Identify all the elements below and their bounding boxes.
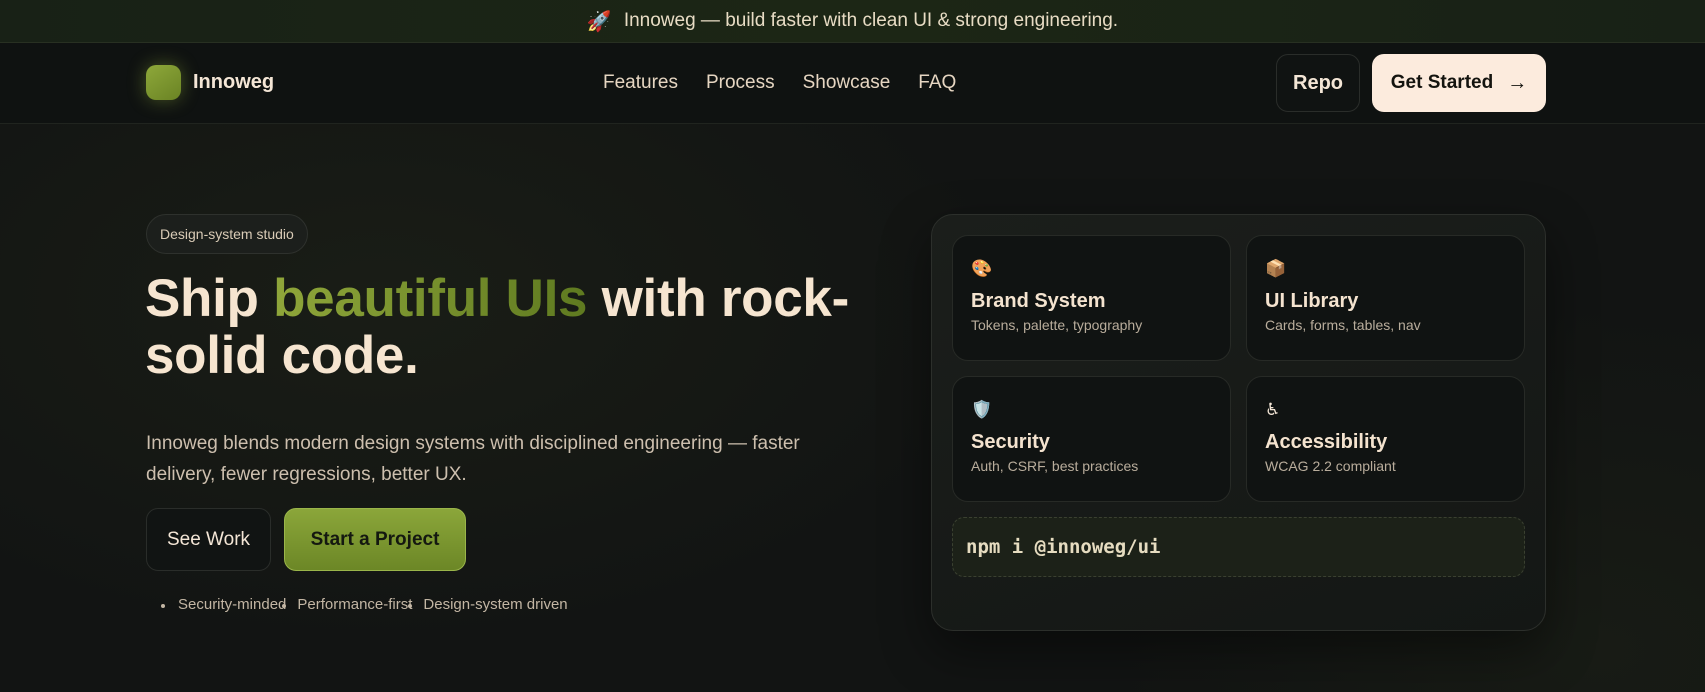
card-title: Security — [971, 431, 1050, 453]
package-icon: 📦 — [1265, 259, 1287, 278]
nav-link-features[interactable]: Features — [603, 72, 678, 94]
feature-card-accessibility: ♿ Accessibility WCAG 2.2 compliant — [1246, 376, 1525, 502]
top-navigation: Innoweg Features Process Showcase FAQ Re… — [0, 43, 1705, 124]
get-started-button[interactable]: Get Started → — [1372, 54, 1546, 112]
card-subtitle: Auth, CSRF, best practices — [971, 458, 1139, 474]
get-started-label: Get Started — [1390, 72, 1494, 93]
hero-title-start: Ship — [145, 269, 274, 328]
card-subtitle: Tokens, palette, typography — [971, 317, 1143, 333]
feature-card-security: 🛡️ Security Auth, CSRF, best practices — [952, 376, 1231, 502]
arrow-right-icon: → — [1507, 71, 1528, 94]
shield-icon: 🛡️ — [971, 400, 993, 419]
announcement-text: Innoweg — build faster with clean UI & s… — [623, 10, 1119, 31]
brand-logo-link[interactable]: Innoweg — [146, 65, 274, 100]
card-subtitle: Cards, forms, tables, nav — [1265, 317, 1421, 333]
tag-item: Design-system driven — [408, 596, 568, 613]
feature-panel: 🎨 Brand System Tokens, palette, typograp… — [931, 214, 1546, 631]
accessibility-icon: ♿ — [1265, 400, 1281, 419]
brand-name: Innoweg — [193, 71, 275, 93]
see-work-button[interactable]: See Work — [146, 508, 271, 571]
palette-icon: 🎨 — [971, 259, 993, 278]
brand-mark-icon — [146, 65, 181, 100]
nav-link-showcase[interactable]: Showcase — [803, 72, 891, 94]
card-title: Brand System — [971, 290, 1106, 312]
hero-title: Ship beautiful UIs with rock-solid code. — [145, 270, 905, 384]
hero-badge: Design-system studio — [146, 214, 308, 254]
announcement-bar: 🚀 Innoweg — build faster with clean UI &… — [0, 0, 1705, 43]
feature-card-ui-library: 📦 UI Library Cards, forms, tables, nav — [1246, 235, 1525, 361]
tag-item: Security-minded — [160, 596, 287, 613]
rocket-icon: 🚀 — [586, 10, 612, 33]
card-title: UI Library — [1265, 290, 1359, 312]
card-title: Accessibility — [1265, 431, 1388, 453]
tag-item: Performance-first — [282, 596, 413, 613]
hero-tags: Security-minded Performance-first Design… — [160, 596, 579, 613]
nav-link-faq[interactable]: FAQ — [918, 72, 956, 94]
hero-description: Innoweg blends modern design systems wit… — [146, 433, 800, 485]
repo-button[interactable]: Repo — [1276, 54, 1360, 112]
hero-title-accent: beautiful UIs — [273, 269, 588, 328]
feature-card-brand-system: 🎨 Brand System Tokens, palette, typograp… — [952, 235, 1231, 361]
install-command[interactable]: npm i @innoweg/ui — [952, 517, 1525, 577]
start-project-button[interactable]: Start a Project — [284, 508, 466, 571]
nav-link-process[interactable]: Process — [706, 72, 775, 94]
nav-links: Features Process Showcase FAQ — [603, 72, 956, 94]
card-subtitle: WCAG 2.2 compliant — [1265, 458, 1396, 474]
